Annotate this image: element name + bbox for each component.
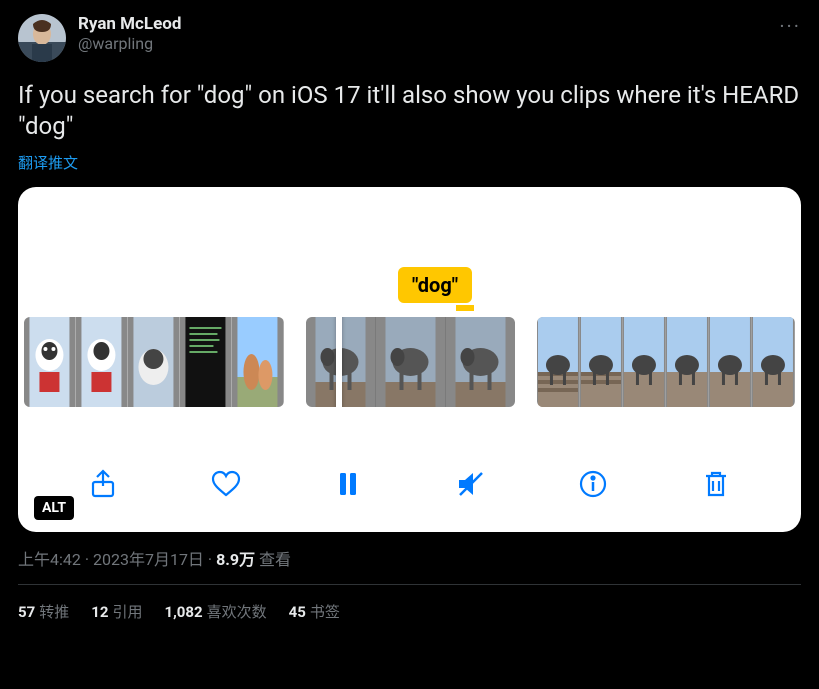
display-name[interactable]: Ryan McLeod [78, 14, 181, 34]
video-frame [446, 317, 516, 407]
translate-link[interactable]: 翻译推文 [18, 152, 801, 173]
search-tooltip: "dog" [398, 267, 472, 303]
video-frame [128, 317, 180, 407]
tweet-container: Ryan McLeod @warpling ··· If you search … [0, 0, 819, 622]
date[interactable]: 2023年7月17日 [93, 550, 204, 569]
video-frame [666, 317, 709, 407]
likes-stat[interactable]: 1,082喜欢次数 [164, 601, 266, 622]
bookmarks-stat[interactable]: 45书签 [289, 601, 340, 622]
playhead-marker [456, 305, 474, 311]
clip-group[interactable] [537, 317, 795, 407]
avatar[interactable] [18, 14, 66, 62]
views-label: 查看 [255, 550, 291, 569]
tweet-text: If you search for "dog" on iOS 17 it'll … [18, 80, 801, 142]
author-names: Ryan McLeod @warpling [78, 14, 181, 54]
handle[interactable]: @warpling [78, 34, 181, 53]
video-frame [232, 317, 284, 407]
video-frame [180, 317, 232, 407]
retweets-stat[interactable]: 57转推 [18, 601, 69, 622]
video-frame [537, 317, 580, 407]
more-button[interactable]: ··· [779, 14, 801, 38]
tweet-header: Ryan McLeod @warpling ··· [18, 14, 801, 62]
time[interactable]: 上午4:42 [18, 550, 81, 569]
quotes-stat[interactable]: 12引用 [91, 601, 142, 622]
video-timeline[interactable] [18, 317, 801, 407]
video-frame [24, 317, 76, 407]
mute-button[interactable] [453, 466, 489, 502]
like-button[interactable] [208, 466, 244, 502]
share-button[interactable] [85, 466, 121, 502]
video-frame [376, 317, 446, 407]
tweet-meta: 上午4:42 · 2023年7月17日 · 8.9万 查看 [18, 546, 801, 570]
media-card[interactable]: "dog" [18, 187, 801, 532]
trash-button[interactable] [698, 466, 734, 502]
pause-button[interactable] [330, 466, 366, 502]
info-button[interactable] [575, 466, 611, 502]
tweet-stats: 57转推 12引用 1,082喜欢次数 45书签 [18, 585, 801, 622]
video-frame [623, 317, 666, 407]
media-toolbar [18, 466, 801, 502]
views-count: 8.9万 [216, 550, 255, 569]
video-frame [752, 317, 795, 407]
clip-group[interactable] [306, 317, 516, 407]
alt-badge[interactable]: ALT [34, 496, 74, 520]
playhead[interactable] [336, 317, 342, 407]
video-frame [76, 317, 128, 407]
video-frame [709, 317, 752, 407]
video-frame [580, 317, 623, 407]
clip-group[interactable] [24, 317, 284, 407]
